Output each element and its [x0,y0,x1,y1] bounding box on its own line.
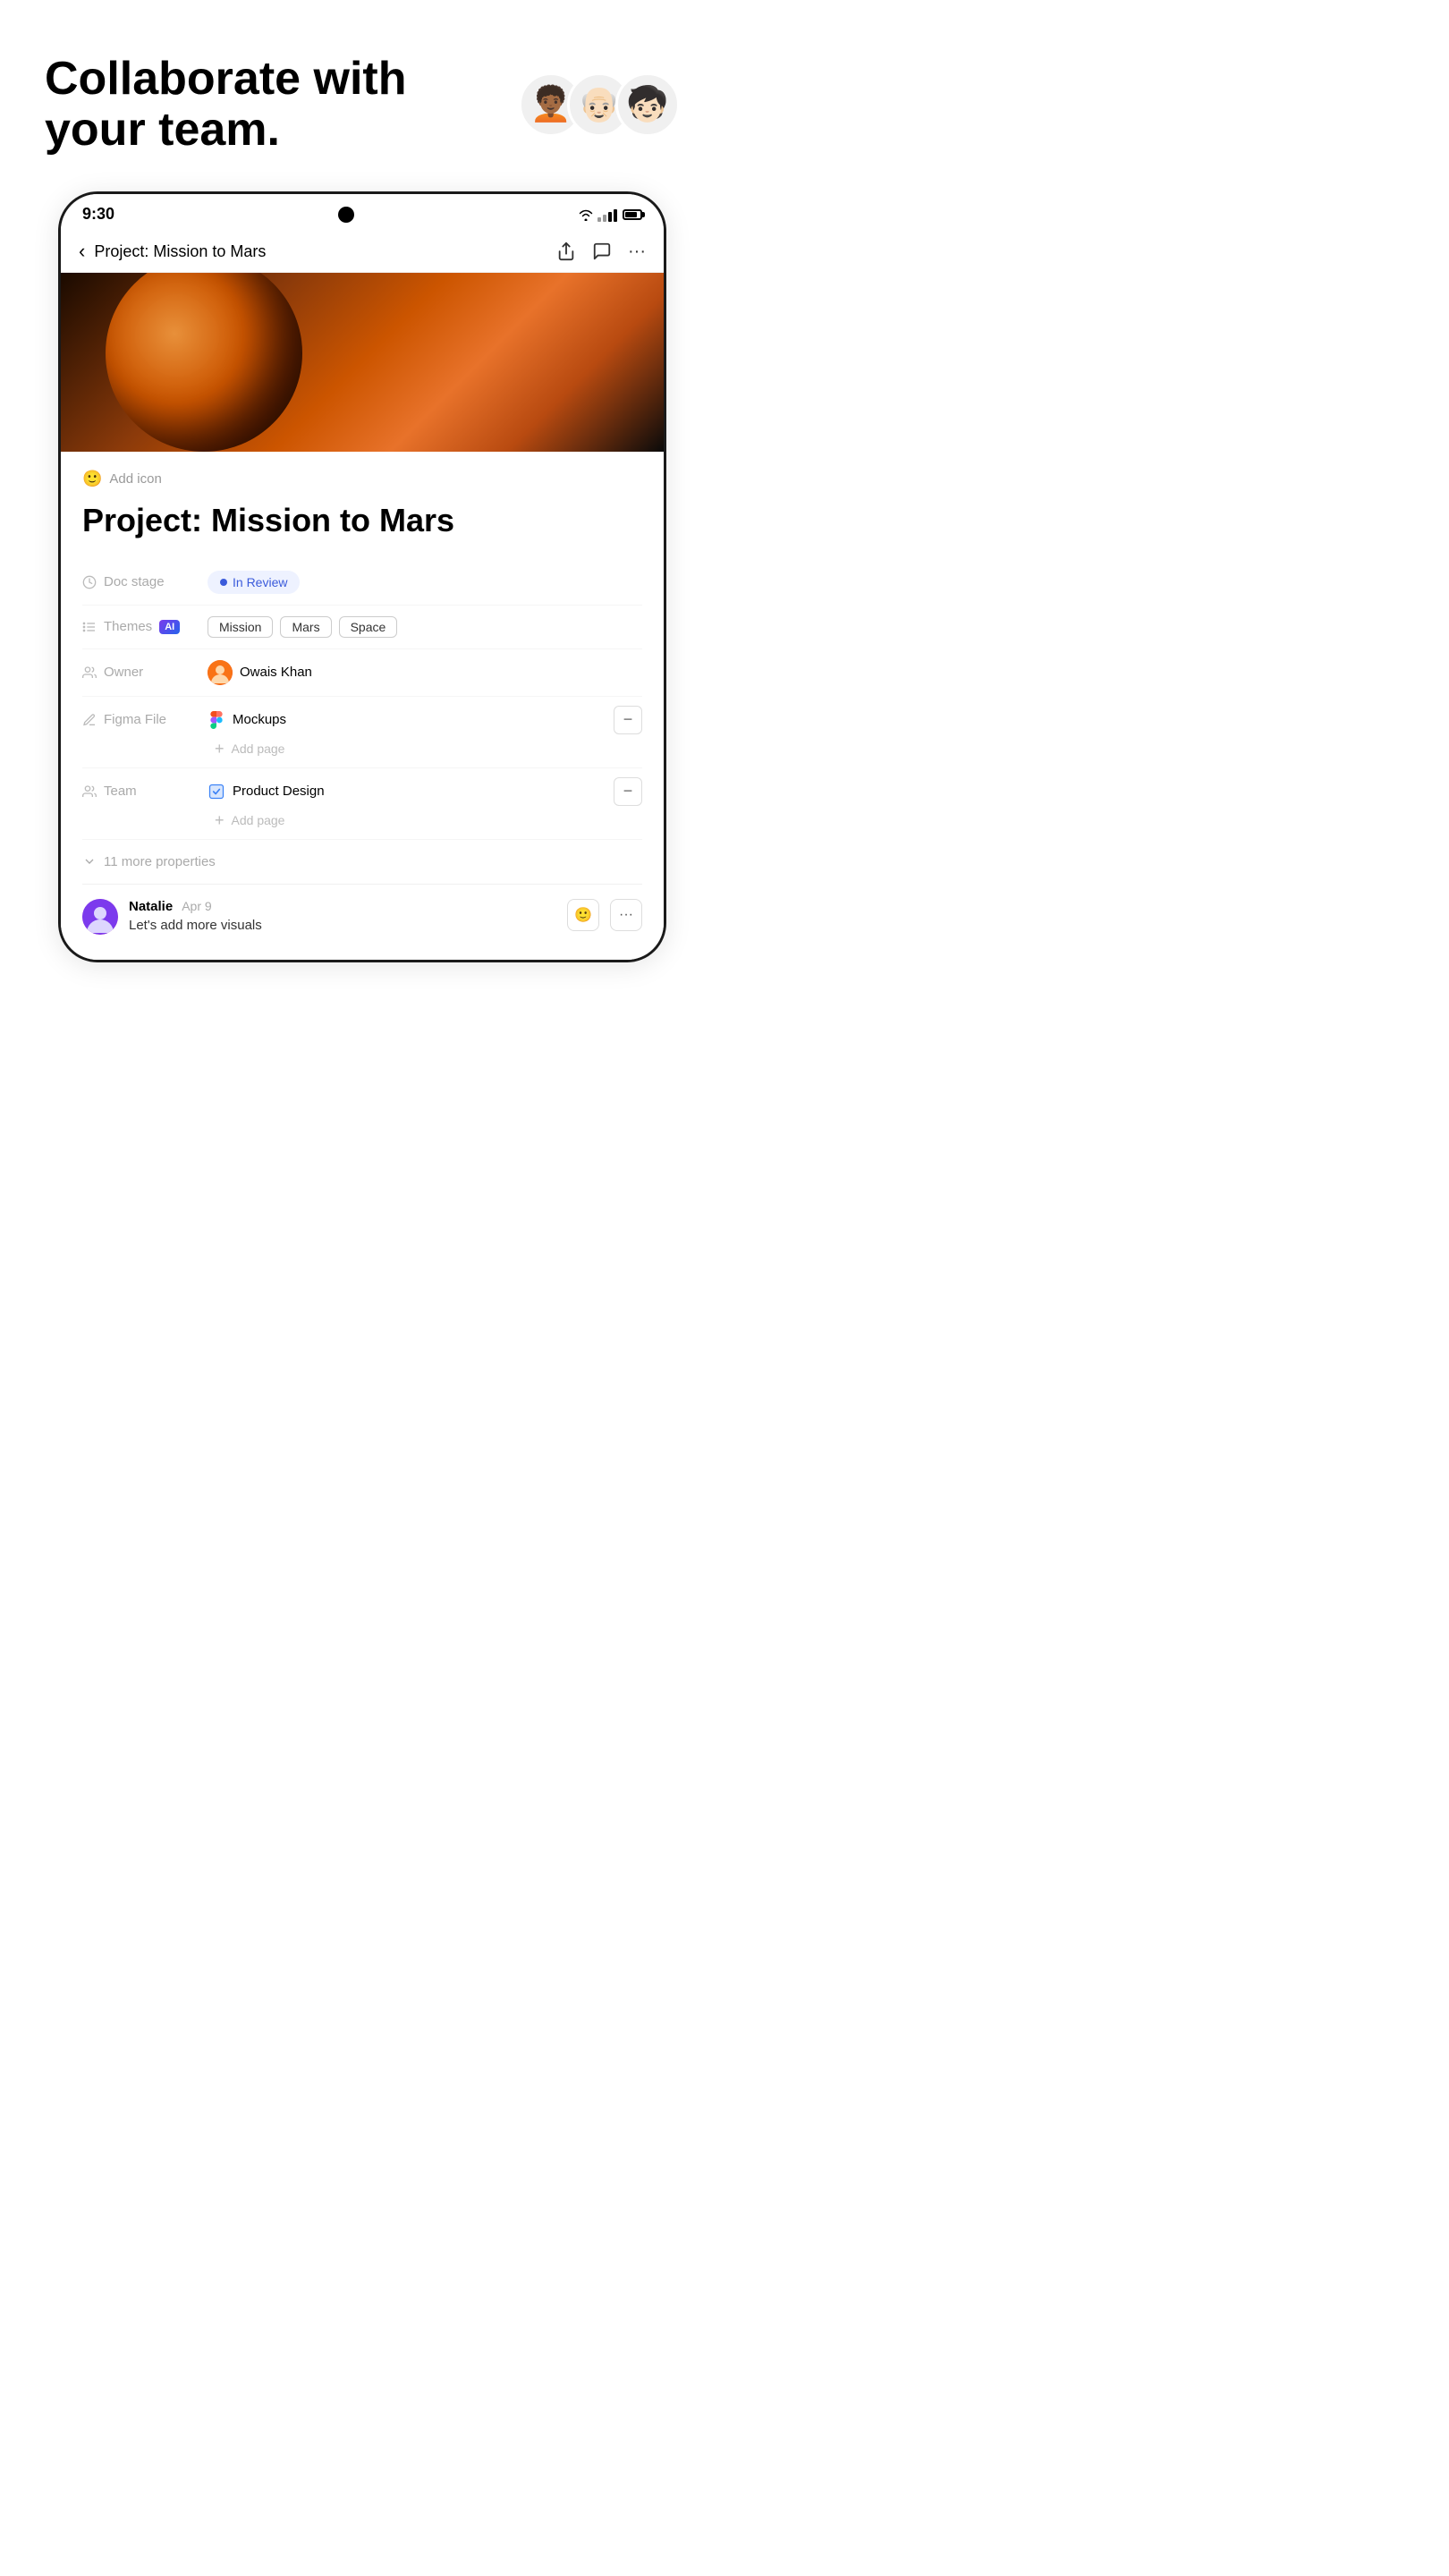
property-team: Team Product Design − + Add page [82,768,642,840]
mars-image [61,273,664,452]
property-doc-stage: Doc stage In Review [82,560,642,606]
chat-icon[interactable] [592,242,612,261]
comment-text: Let's add more visuals [129,918,556,933]
property-value-themes: Mission Mars Space [208,616,642,638]
commenter-avatar-face [82,899,118,935]
smile-icon: 🙂 [82,470,102,488]
property-themes: Themes AI Mission Mars Space [82,606,642,649]
chevron-down-icon [82,854,97,869]
tag-mars[interactable]: Mars [280,616,331,638]
commenter-avatar [82,899,118,935]
comment-body: Natalie Apr 9 Let's add more visuals [129,899,556,933]
comment-date: Apr 9 [182,899,211,913]
signal-icon [597,208,617,222]
status-badge[interactable]: In Review [208,571,300,594]
figma-logo-icon [208,711,225,729]
badge-dot [220,579,227,586]
camera-dot [338,207,354,223]
team-remove-button[interactable]: − [614,777,642,806]
owner-name: Owais Khan [240,665,312,680]
content-area: 🙂 Add icon Project: Mission to Mars Doc … [61,452,664,960]
mars-planet [106,273,302,452]
comment-header: Natalie Apr 9 [129,899,556,914]
emoji-reaction-button[interactable]: 🙂 [567,899,599,931]
team-add-page-line: + Add page [82,806,642,830]
property-figma-file: Figma File Mockups − + [82,697,642,768]
more-properties[interactable]: 11 more properties [82,840,642,885]
property-label-doc-stage: Doc stage [82,574,208,589]
team-main-line: Team Product Design − [82,777,642,806]
themes-icon [82,620,97,634]
figma-add-page[interactable]: + Add page [215,740,284,758]
nav-bar: ‹ Project: Mission to Mars ··· [61,231,664,273]
battery-icon [623,209,642,220]
comment-actions: 🙂 ··· [567,899,642,931]
status-bar: 9:30 [61,194,664,231]
ai-badge: AI [159,620,180,634]
commenter-name: Natalie [129,899,173,914]
share-icon[interactable] [556,242,576,261]
property-value-owner: Owais Khan [208,660,642,685]
property-owner: Owner Owais Khan [82,649,642,697]
figma-remove-button[interactable]: − [614,706,642,734]
wifi-icon [578,208,594,221]
status-icons [578,208,642,222]
figma-add-page-line: + Add page [82,734,642,758]
property-value-doc-stage: In Review [208,571,642,594]
nav-title: Project: Mission to Mars [94,242,556,261]
figma-file-item: Mockups [208,711,614,729]
product-design-icon [208,783,225,801]
avatar-3: 🧒🏻 [615,72,680,137]
owner-avatar [208,660,233,685]
nav-actions: ··· [556,242,646,262]
team-file-name: Product Design [233,784,325,799]
tag-space[interactable]: Space [339,616,398,638]
more-icon[interactable]: ··· [628,242,646,262]
add-icon-label: Add icon [109,471,161,487]
tag-mission[interactable]: Mission [208,616,273,638]
team-add-page-plus-icon: + [215,811,225,830]
phone-mockup: 9:30 ‹ Project: Mission to Mars [58,191,666,962]
property-label-owner: Owner [82,665,208,680]
back-button[interactable]: ‹ [79,240,85,263]
figma-file-icon [82,713,97,727]
property-label-team: Team [82,784,208,799]
property-label-themes: Themes AI [82,619,208,634]
figma-main-line: Figma File Mockups − [82,706,642,734]
comment-section: Natalie Apr 9 Let's add more visuals 🙂 ·… [82,885,642,942]
team-file-item: Product Design [208,783,614,801]
add-icon-row[interactable]: 🙂 Add icon [82,470,642,488]
add-page-plus-icon: + [215,740,225,758]
team-icon [82,784,97,799]
status-time: 9:30 [82,205,114,224]
owner-icon [82,665,97,680]
hero-avatars: 🧑🏾‍🦱 👴🏻 🧒🏻 [519,72,680,137]
doc-title: Project: Mission to Mars [82,503,642,538]
team-add-page[interactable]: + Add page [215,811,284,830]
comment-more-button[interactable]: ··· [610,899,642,931]
hero-title: Collaborate with your team. [45,54,510,156]
property-label-figma: Figma File [82,712,208,727]
doc-stage-icon [82,575,97,589]
figma-file-name: Mockups [233,712,286,727]
hero-section: Collaborate with your team. 🧑🏾‍🦱 👴🏻 🧒🏻 [18,36,707,191]
owner-avatar-face [208,660,233,685]
